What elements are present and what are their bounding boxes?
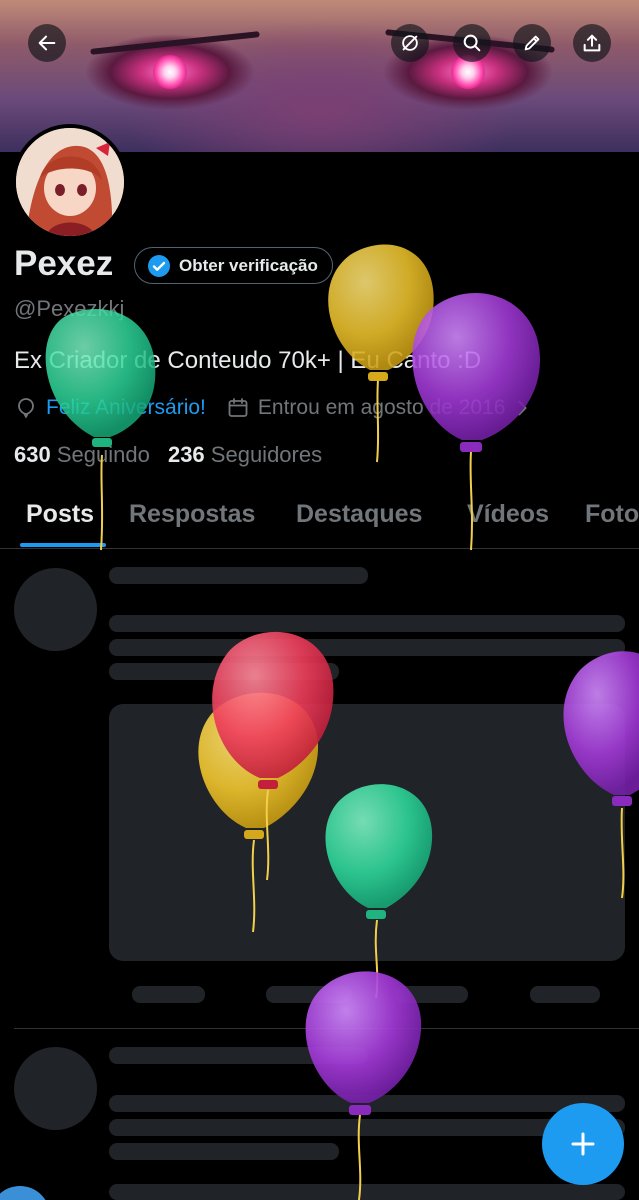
search-button[interactable]: [453, 24, 491, 62]
profile-meta: Feliz Aniversário! Entrou em agosto de 2…: [14, 394, 533, 422]
verified-badge-icon: [148, 254, 170, 277]
back-button[interactable]: [28, 24, 66, 62]
active-tab-indicator: [20, 543, 106, 547]
plus-icon: [571, 1132, 595, 1156]
balloon-purple: [305, 971, 422, 1200]
avatar-image: [16, 128, 124, 236]
skeleton-line: [109, 615, 625, 632]
tab-photos[interactable]: Fotos: [585, 500, 639, 529]
banner-art: [153, 55, 187, 89]
skeleton-action: [266, 986, 352, 1003]
get-verified-label: Obter verificação: [179, 255, 318, 275]
skeleton-line: [109, 1095, 625, 1112]
following-stat[interactable]: 630 Seguindo: [14, 442, 150, 467]
avatar[interactable]: [12, 124, 128, 240]
chevron-right-icon[interactable]: [511, 397, 533, 419]
get-verified-button[interactable]: Obter verificação: [134, 247, 333, 284]
tab-videos[interactable]: Vídeos: [467, 500, 549, 529]
notifications-button[interactable]: [391, 24, 429, 62]
following-count: 630: [14, 442, 51, 467]
tab-posts[interactable]: Posts: [26, 500, 94, 529]
skeleton-avatar: [14, 568, 97, 651]
birthday-link[interactable]: Feliz Aniversário!: [46, 396, 206, 420]
skeleton-line: [109, 1047, 368, 1064]
back-arrow-icon: [38, 35, 56, 51]
profile-tabs: Posts Respostas Destaques Vídeos Fotos: [0, 495, 639, 549]
followers-label: Seguidores: [210, 442, 323, 467]
partial-avatar: [0, 1186, 50, 1200]
balloon-icon: [18, 398, 34, 418]
skeleton-line: [109, 639, 625, 656]
profile-name: Pexez: [14, 244, 114, 283]
skeleton-action: [530, 986, 600, 1003]
edit-button[interactable]: [513, 24, 551, 62]
joined-date: Entrou em agosto de 2016: [257, 396, 506, 419]
followers-stat[interactable]: 236 Seguidores: [168, 442, 322, 467]
profile-bio: Ex Criador de Conteudo 70k+ | Eu Canto :…: [14, 347, 482, 374]
profile-counts: 630 Seguindo 236 Seguidores: [14, 442, 322, 468]
skeleton-action: [395, 986, 468, 1003]
skeleton-media: [109, 1184, 625, 1200]
tab-replies[interactable]: Respostas: [129, 500, 255, 529]
tab-highlights[interactable]: Destaques: [296, 500, 422, 529]
followers-count: 236: [167, 442, 205, 467]
search-icon: [463, 34, 481, 52]
skeleton-avatar: [14, 1047, 97, 1130]
following-label: Seguindo: [56, 442, 150, 467]
share-icon: [583, 34, 601, 52]
no-notifications-icon: [402, 35, 418, 51]
skeleton-line: [109, 1143, 339, 1160]
edit-pencil-icon: [524, 35, 540, 51]
profile-handle: @Pexezkkj: [14, 296, 125, 321]
skeleton-line: [109, 663, 339, 680]
calendar-icon: [228, 398, 248, 417]
banner-art: [90, 31, 260, 55]
skeleton-line: [109, 567, 368, 584]
share-button[interactable]: [573, 24, 611, 62]
skeleton-action: [132, 986, 205, 1003]
skeleton-media: [109, 704, 625, 961]
feed-divider: [14, 1028, 639, 1029]
compose-post-button[interactable]: [542, 1103, 624, 1185]
